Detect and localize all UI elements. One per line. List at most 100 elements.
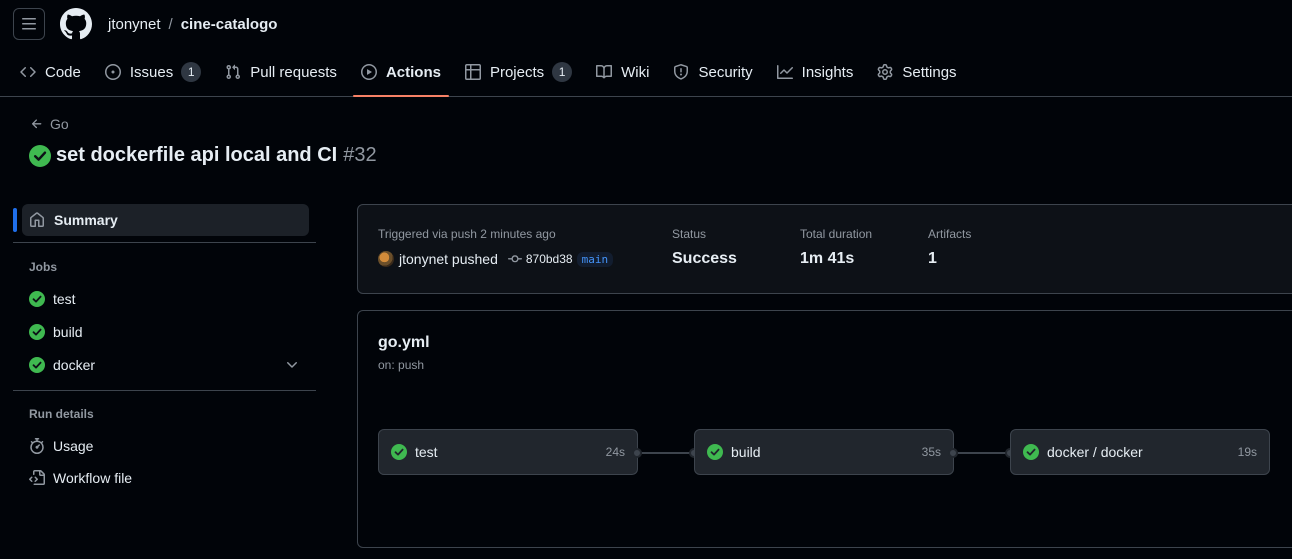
play-icon <box>360 64 377 80</box>
sidebar-job-label: build <box>53 324 83 340</box>
book-icon <box>596 64 613 79</box>
github-logo-icon[interactable] <box>60 8 92 40</box>
page-title: set dockerfile api local and CI #32 <box>29 144 377 167</box>
job-label: docker / docker <box>1047 444 1143 460</box>
job-connector-node <box>632 448 642 458</box>
sidebar-divider <box>13 390 316 391</box>
run-summary-card: Triggered via push 2 minutes ago jtonyne… <box>357 204 1292 294</box>
tab-projects[interactable]: Projects 1 <box>457 48 580 96</box>
artifacts-value[interactable]: 1 <box>928 250 937 268</box>
hamburger-icon <box>22 18 36 30</box>
run-title-text: set dockerfile api local and CI <box>56 144 338 166</box>
tab-security[interactable]: Security <box>665 48 760 96</box>
job-connector-edge <box>958 452 1006 454</box>
repo-name-link[interactable]: cine-catalogo <box>181 16 278 33</box>
tab-code[interactable]: Code <box>12 48 89 96</box>
tab-security-label: Security <box>698 63 753 81</box>
job-duration: 35s <box>921 445 941 459</box>
sidebar-job-test[interactable]: test <box>29 287 309 311</box>
trigger-info: jtonynet pushed 870bd38 main <box>378 251 614 267</box>
tab-pull-requests-label: Pull requests <box>250 63 337 81</box>
tab-actions-label: Actions <box>385 63 441 81</box>
sidebar-item-summary[interactable]: Summary <box>22 204 309 236</box>
success-check-icon <box>707 444 723 460</box>
triggered-label: Triggered via push 2 minutes ago <box>378 227 556 241</box>
tab-settings-label: Settings <box>902 63 957 81</box>
job-label: build <box>731 444 761 460</box>
avatar[interactable] <box>378 251 394 267</box>
job-connector-edge <box>642 452 690 454</box>
success-check-icon <box>1023 444 1039 460</box>
summary-active-indicator <box>13 208 17 232</box>
actor-text: jtonynet pushed <box>399 251 498 267</box>
sidebar-item-summary-label: Summary <box>54 212 118 228</box>
workflow-trigger: on: push <box>378 358 425 372</box>
tab-settings[interactable]: Settings <box>869 48 964 96</box>
job-node-test[interactable]: test 24s <box>378 429 638 475</box>
tab-issues[interactable]: Issues 1 <box>97 48 209 96</box>
jobs-heading: Jobs <box>29 260 58 274</box>
sidebar-job-label: docker <box>53 357 96 373</box>
job-label: test <box>415 444 438 460</box>
projects-count-badge: 1 <box>552 62 573 82</box>
duration-label: Total duration <box>800 227 873 241</box>
success-check-icon <box>29 144 51 167</box>
chevron-down-icon[interactable] <box>284 357 300 373</box>
tab-wiki[interactable]: Wiki <box>588 48 657 96</box>
commit-link[interactable]: 870bd38 <box>507 252 573 266</box>
top-bar: jtonynet / cine-catalogo <box>0 0 1292 48</box>
artifacts-label: Artifacts <box>928 227 972 241</box>
duration-value: 1m 41s <box>800 250 855 267</box>
arrow-left-icon <box>31 119 42 129</box>
shield-icon <box>674 64 689 80</box>
run-details-heading: Run details <box>29 407 94 421</box>
gear-icon <box>877 64 893 80</box>
sidebar-item-usage-label: Usage <box>53 438 94 454</box>
status-value: Success <box>672 250 737 267</box>
stopwatch-icon <box>30 438 44 454</box>
tab-pull-requests[interactable]: Pull requests <box>217 48 345 96</box>
sidebar-job-build[interactable]: build <box>29 320 309 344</box>
sidebar-job-docker[interactable]: docker <box>29 353 309 377</box>
table-icon <box>464 64 481 80</box>
git-commit-icon <box>507 255 522 263</box>
issue-icon <box>104 64 121 80</box>
run-number: #32 <box>343 144 377 166</box>
file-code-icon <box>29 470 45 485</box>
success-check-icon <box>29 357 45 373</box>
sidebar-job-label: test <box>53 291 76 307</box>
workflow-name[interactable]: go.yml <box>378 334 430 352</box>
issues-count-badge: 1 <box>181 62 202 82</box>
sidebar-item-usage[interactable]: Usage <box>29 434 309 458</box>
breadcrumb-separator: / <box>168 15 173 33</box>
job-duration: 24s <box>605 445 625 459</box>
tab-issues-label: Issues <box>129 63 174 81</box>
graph-icon <box>776 65 793 79</box>
tab-insights-label: Insights <box>801 63 854 81</box>
back-link-label: Go <box>50 116 69 132</box>
workflow-graph-card: go.yml on: push test 24s build 35s docke… <box>357 310 1292 548</box>
back-link[interactable]: Go <box>30 116 69 132</box>
tab-code-label: Code <box>45 63 81 81</box>
repo-breadcrumb: jtonynet / cine-catalogo <box>108 16 277 33</box>
success-check-icon <box>29 324 45 340</box>
hamburger-menu-button[interactable] <box>13 8 45 40</box>
status-label: Status <box>672 227 707 241</box>
pull-request-icon <box>226 64 241 80</box>
tab-actions[interactable]: Actions <box>352 48 449 97</box>
sidebar-item-workflow-file-label: Workflow file <box>53 470 133 486</box>
job-node-docker[interactable]: docker / docker 19s <box>1010 429 1270 475</box>
tab-wiki-label: Wiki <box>621 63 650 81</box>
tab-insights[interactable]: Insights <box>769 48 862 96</box>
success-check-icon <box>29 291 45 307</box>
branch-label[interactable]: main <box>576 251 614 267</box>
repo-owner-link[interactable]: jtonynet <box>108 16 161 33</box>
sidebar-item-workflow-file[interactable]: Workflow file <box>29 466 309 490</box>
tab-projects-label: Projects <box>489 63 545 81</box>
repo-nav-tabs: Code Issues 1 Pull requests Actions Proj… <box>0 48 1292 97</box>
sidebar-divider <box>13 242 316 243</box>
commit-sha: 870bd38 <box>525 252 573 266</box>
job-duration: 19s <box>1237 445 1257 459</box>
job-node-build[interactable]: build 35s <box>694 429 954 475</box>
code-icon <box>20 66 36 78</box>
